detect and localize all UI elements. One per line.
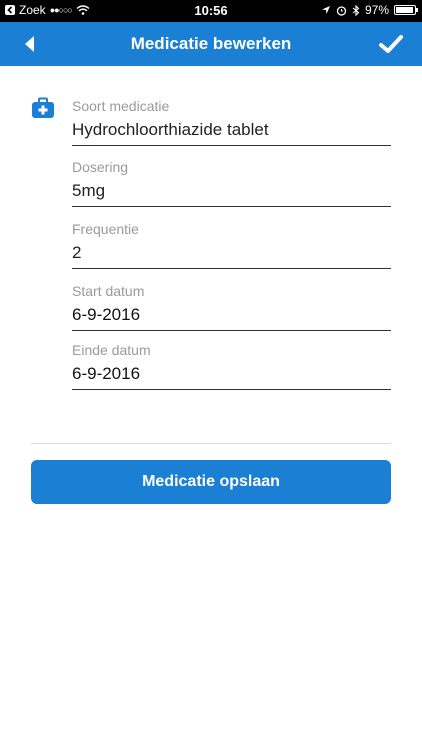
save-medication-button[interactable]: Medicatie opslaan — [31, 460, 391, 504]
medication-type-field[interactable]: Soort medicatie Hydrochloorthiazide tabl… — [72, 97, 391, 146]
location-arrow-icon — [321, 6, 330, 14]
medical-kit-icon — [32, 97, 54, 118]
divider — [31, 443, 391, 444]
start-date-input[interactable]: 6-9-2016 — [72, 304, 391, 331]
frequency-field[interactable]: Frequentie 2 — [72, 220, 391, 269]
end-date-input[interactable]: 6-9-2016 — [72, 363, 391, 390]
page-title: Medicatie bewerken — [130, 34, 292, 53]
medication-type-input[interactable]: Hydrochloorthiazide tablet — [72, 119, 391, 146]
alarm-clock-icon — [336, 5, 347, 16]
dosage-input[interactable]: 5mg — [72, 180, 391, 207]
battery-icon — [394, 5, 418, 15]
field-label: Frequentie — [72, 221, 139, 237]
field-label: Start datum — [72, 283, 145, 299]
bluetooth-icon — [352, 4, 360, 16]
frequency-input[interactable]: 2 — [72, 242, 391, 269]
dosage-field[interactable]: Dosering 5mg — [72, 158, 391, 207]
start-date-field[interactable]: Start datum 6-9-2016 — [72, 282, 391, 331]
field-label: Dosering — [72, 159, 129, 175]
field-label: Soort medicatie — [72, 98, 170, 114]
field-label: Einde datum — [72, 342, 151, 358]
navigation-bar: Medicatie bewerken — [0, 22, 422, 66]
status-bar: Zoek ●●○○○ 10:56 97% — [0, 0, 422, 22]
battery-percentage: 97% — [364, 3, 389, 17]
status-bar-right: 97% — [321, 3, 418, 17]
checkmark-icon[interactable] — [378, 32, 404, 56]
battery-level-fill — [396, 7, 413, 13]
end-date-field[interactable]: Einde datum 6-9-2016 — [72, 341, 391, 390]
